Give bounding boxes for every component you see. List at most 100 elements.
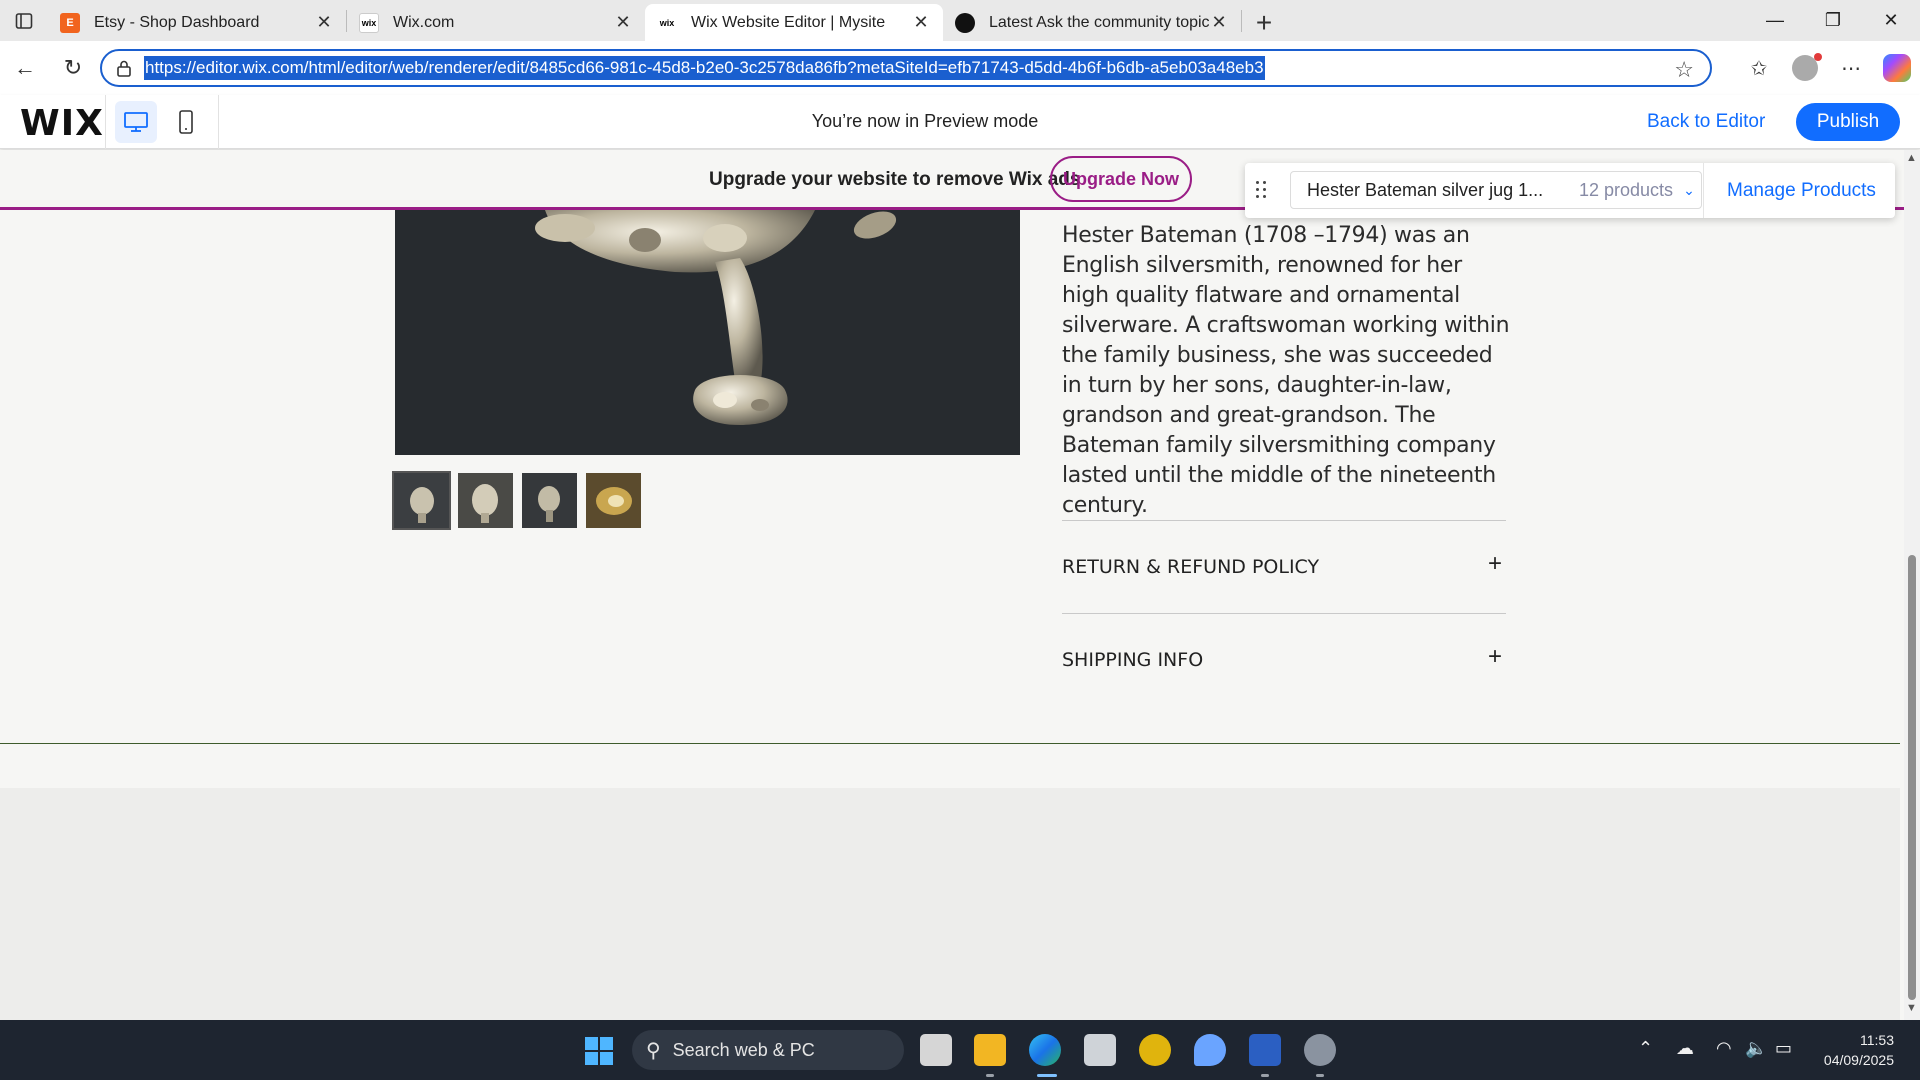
tab-title: Wix.com: [393, 13, 455, 31]
volume-icon[interactable]: 🔈: [1745, 1038, 1767, 1059]
copilot-icon: [1883, 54, 1911, 82]
tab-wix-com[interactable]: wix Wix.com ✕: [347, 4, 645, 41]
wix-preview-header: WIX You’re now in Preview mode Back to E…: [0, 95, 1920, 149]
task-view-icon[interactable]: [920, 1034, 952, 1066]
community-favicon-icon: [955, 12, 975, 33]
word-icon[interactable]: [1249, 1034, 1281, 1066]
camera-app-icon[interactable]: [1084, 1034, 1116, 1066]
more-icon[interactable]: ⋯: [1828, 45, 1874, 91]
taskbar-search[interactable]: ⚲ Search web & PC: [632, 1030, 904, 1070]
close-icon[interactable]: ✕: [314, 12, 334, 33]
product-thumbnail[interactable]: [392, 471, 451, 530]
footer-divider: [0, 743, 1900, 744]
tab-etsy[interactable]: E Etsy - Shop Dashboard ✕: [48, 4, 346, 41]
windows-logo-icon: [600, 1037, 613, 1050]
preview-mode-message: You’re now in Preview mode: [811, 111, 1039, 131]
page-scrollbar[interactable]: ▲ ▼: [1904, 150, 1920, 1020]
back-arrow-icon[interactable]: ←: [2, 45, 48, 91]
tab-title: Etsy - Shop Dashboard: [94, 13, 260, 31]
close-icon[interactable]: ✕: [1209, 12, 1229, 33]
drag-handle-icon[interactable]: [1255, 179, 1269, 203]
ad-text: Upgrade your website to remove Wix ads: [709, 169, 1081, 190]
product-select-dropdown[interactable]: Hester Bateman silver jug 1... 12 produc…: [1290, 171, 1702, 209]
system-clock[interactable]: 11:53 04/09/2025: [1824, 1030, 1894, 1070]
divider: [1703, 163, 1704, 218]
product-thumbnails: [392, 471, 641, 530]
product-count: 12 products: [1579, 179, 1674, 200]
app-running-indicator: [1261, 1074, 1269, 1077]
refresh-icon[interactable]: ↻: [50, 45, 96, 91]
edge-browser-icon[interactable]: [1029, 1034, 1061, 1066]
url-text[interactable]: https://editor.wix.com/html/editor/web/r…: [144, 56, 1265, 80]
return-refund-policy-title[interactable]: RETURN & REFUND POLICY: [1062, 556, 1319, 578]
taskbar-search-text: Search web & PC: [672, 1039, 815, 1060]
battery-icon[interactable]: ▭: [1775, 1038, 1792, 1059]
selected-product-name: Hester Bateman silver jug 1...: [1307, 179, 1544, 200]
address-bar-row: ← ↻ https://editor.wix.com/html/editor/w…: [0, 41, 1920, 95]
divider: [1062, 613, 1506, 614]
tab-actions-icon[interactable]: [0, 0, 48, 41]
app-running-indicator: [1316, 1074, 1324, 1077]
app-icon[interactable]: [1194, 1034, 1226, 1066]
product-thumbnail[interactable]: [586, 473, 641, 528]
tab-title: Latest Ask the community topics: [989, 13, 1209, 31]
copilot-button[interactable]: [1874, 45, 1920, 91]
windows-taskbar: ⚲ Search web & PC ⌃ ☁ ◠ 🔈 ▭ 11:53 04/09/…: [0, 1020, 1920, 1080]
back-to-editor-link[interactable]: Back to Editor: [1647, 111, 1765, 133]
close-icon[interactable]: ✕: [613, 12, 633, 33]
close-window-icon[interactable]: ✕: [1862, 0, 1920, 41]
scroll-down-arrow-icon[interactable]: ▼: [1906, 1002, 1917, 1014]
app-icon[interactable]: [1139, 1034, 1171, 1066]
search-icon: ⚲: [646, 1039, 661, 1062]
product-main-image[interactable]: [395, 210, 1020, 455]
page-footer: [0, 788, 1900, 1020]
start-button[interactable]: [585, 1037, 613, 1065]
onedrive-cloud-icon[interactable]: ☁: [1676, 1038, 1694, 1059]
windows-logo-icon: [585, 1037, 598, 1050]
divider: [1062, 520, 1506, 521]
tab-community[interactable]: Latest Ask the community topics ✕: [943, 4, 1241, 41]
silver-jug-image: [395, 210, 1020, 455]
scroll-up-arrow-icon[interactable]: ▲: [1906, 152, 1917, 164]
windows-logo-icon: [600, 1052, 613, 1065]
favorites-icon[interactable]: ✩: [1736, 45, 1782, 91]
tab-wix-editor[interactable]: wix Wix Website Editor | Mysite ✕: [645, 4, 943, 41]
tab-title: Wix Website Editor | Mysite: [691, 13, 886, 31]
wix-favicon-icon: wix: [659, 17, 675, 28]
shipping-info-title[interactable]: SHIPPING INFO: [1062, 649, 1203, 671]
wix-favicon-icon: wix: [359, 12, 379, 33]
url-input[interactable]: https://editor.wix.com/html/editor/web/r…: [100, 49, 1712, 87]
scroll-thumb[interactable]: [1908, 555, 1916, 1000]
product-thumbnail[interactable]: [522, 473, 577, 528]
plus-icon[interactable]: +: [1488, 643, 1502, 671]
manage-products-link[interactable]: Manage Products: [1727, 180, 1876, 202]
etsy-favicon-icon: E: [60, 12, 80, 33]
minimize-icon[interactable]: —: [1746, 0, 1804, 41]
product-thumbnail[interactable]: [458, 473, 513, 528]
settings-gear-icon[interactable]: [1304, 1034, 1336, 1066]
app-running-indicator: [986, 1074, 994, 1077]
chevron-down-icon: ⌄: [1683, 181, 1695, 198]
clock-time: 11:53: [1860, 1032, 1894, 1048]
windows-logo-icon: [585, 1052, 598, 1065]
product-description: Hester Bateman (1708 –1794) was an Engli…: [1062, 223, 1510, 518]
chevron-up-icon[interactable]: ⌃: [1638, 1038, 1653, 1059]
plus-icon[interactable]: +: [1488, 550, 1502, 578]
favorite-star-icon[interactable]: ☆: [1674, 57, 1694, 83]
profile-button[interactable]: [1782, 45, 1828, 91]
browser-tab-bar: E Etsy - Shop Dashboard ✕ wix Wix.com ✕ …: [0, 0, 1920, 41]
publish-button[interactable]: Publish: [1796, 103, 1900, 141]
avatar: [1792, 53, 1822, 81]
close-icon[interactable]: ✕: [911, 12, 931, 33]
lock-icon[interactable]: [116, 59, 132, 77]
app-active-indicator: [1037, 1074, 1057, 1077]
wifi-icon[interactable]: ◠: [1716, 1038, 1732, 1059]
upgrade-now-button[interactable]: Upgrade Now: [1050, 156, 1192, 202]
window-controls: — ❐ ✕: [1746, 0, 1920, 41]
new-tab-button[interactable]: +: [1242, 4, 1286, 41]
browser-toolbar: ✩ ⋯: [1736, 41, 1920, 95]
file-explorer-icon[interactable]: [974, 1034, 1006, 1066]
restore-icon[interactable]: ❐: [1804, 0, 1862, 41]
products-panel: Hester Bateman silver jug 1... 12 produc…: [1245, 163, 1895, 218]
clock-date: 04/09/2025: [1823, 1052, 1894, 1068]
